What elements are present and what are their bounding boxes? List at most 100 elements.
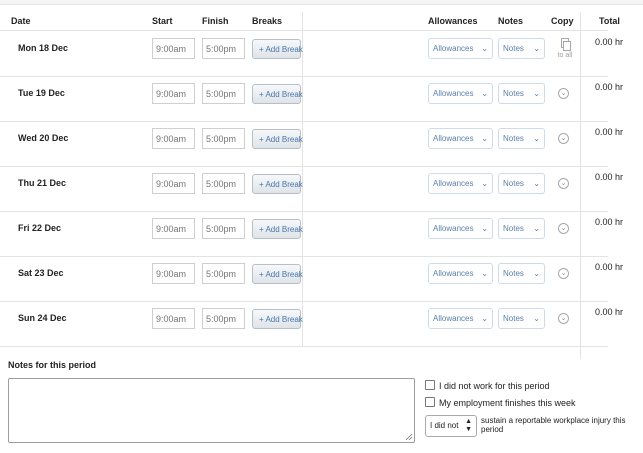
copy-down-icon[interactable]: ⌄ [558,268,569,279]
allowances-dropdown[interactable]: Allowances ⌄ [428,38,493,59]
chevron-down-icon: ⌄ [481,224,488,233]
notes-dropdown[interactable]: Notes ⌄ [498,263,545,284]
notes-label: Notes [503,269,524,278]
add-break-button[interactable]: + Add Break [252,39,303,59]
copy-down-icon[interactable]: ⌄ [558,313,569,324]
injury-select[interactable]: I did not ▲ ▼ [425,415,477,437]
notes-dropdown[interactable]: Notes ⌄ [498,173,545,194]
row-divider [0,166,608,167]
notes-dropdown[interactable]: Notes ⌄ [498,218,545,239]
allowances-label: Allowances [433,224,474,233]
injury-statement: sustain a reportable workplace injury th… [481,416,626,434]
copy-to-all-button[interactable]: to all [555,38,575,59]
allowances-label: Allowances [433,314,474,323]
finish-time-input[interactable] [202,218,245,239]
allowances-dropdown[interactable]: Allowances ⌄ [428,263,493,284]
allowances-dropdown[interactable]: Allowances ⌄ [428,128,493,149]
notes-label: Notes [503,89,524,98]
start-time-input[interactable] [152,83,195,104]
injury-select-value: I did not [430,421,459,430]
finish-time-input[interactable] [202,263,245,284]
finish-time-input[interactable] [202,173,245,194]
notes-label: Notes [503,44,524,53]
did-not-work-checkbox[interactable] [425,380,435,390]
row-total: 0.00 hr [595,127,624,137]
chevron-down-icon: ⌄ [533,44,540,53]
chevron-down-icon: ⌄ [533,179,540,188]
resize-grip-icon[interactable] [405,433,413,441]
start-time-input[interactable] [152,218,195,239]
start-time-input[interactable] [152,263,195,284]
employment-finishes-label: My employment finishes this week [439,398,576,408]
start-time-input[interactable] [152,128,195,149]
notes-dropdown[interactable]: Notes ⌄ [498,83,545,104]
add-break-button[interactable]: + Add Break [252,84,303,104]
chevron-down-icon: ⌄ [533,269,540,278]
chevron-down-icon: ⌄ [533,224,540,233]
did-not-work-option[interactable]: I did not work for this period [425,380,550,391]
allowances-dropdown[interactable]: Allowances ⌄ [428,173,493,194]
allowances-dropdown[interactable]: Allowances ⌄ [428,83,493,104]
header-notes: Notes [498,16,524,26]
copy-down-icon[interactable]: ⌄ [558,178,569,189]
allowances-label: Allowances [433,269,474,278]
row-divider [0,211,608,212]
add-break-button[interactable]: + Add Break [252,219,303,239]
chevron-down-icon: ⌄ [533,134,540,143]
row-total: 0.00 hr [595,262,624,272]
header-divider [0,30,608,31]
row-total: 0.00 hr [595,172,624,182]
notes-dropdown[interactable]: Notes ⌄ [498,308,545,329]
add-break-button[interactable]: + Add Break [252,264,303,284]
copy-to-all-label: to all [557,52,573,59]
allowances-label: Allowances [433,179,474,188]
notes-label: Notes [503,134,524,143]
start-time-input[interactable] [152,308,195,329]
row-date: Wed 20 Dec [18,133,69,143]
top-scroll-edge [0,0,643,5]
period-notes-textarea[interactable] [8,378,415,443]
copy-down-icon[interactable]: ⌄ [558,133,569,144]
copy-documents-icon [559,38,571,52]
add-break-button[interactable]: + Add Break [252,174,303,194]
did-not-work-label: I did not work for this period [439,381,550,391]
period-notes-title: Notes for this period [8,360,97,370]
copy-down-icon[interactable]: ⌄ [558,223,569,234]
header-copy: Copy [551,16,574,26]
row-divider [0,256,608,257]
allowances-label: Allowances [433,89,474,98]
row-date: Mon 18 Dec [18,43,69,53]
start-time-input[interactable] [152,38,195,59]
allowances-dropdown[interactable]: Allowances ⌄ [428,218,493,239]
notes-dropdown[interactable]: Notes ⌄ [498,128,545,149]
notes-dropdown[interactable]: Notes ⌄ [498,38,545,59]
notes-label: Notes [503,224,524,233]
chevron-down-icon: ⌄ [481,89,488,98]
allowances-dropdown[interactable]: Allowances ⌄ [428,308,493,329]
chevron-down-icon: ⌄ [533,314,540,323]
add-break-button[interactable]: + Add Break [252,309,303,329]
header-finish: Finish [202,16,229,26]
employment-finishes-checkbox[interactable] [425,397,435,407]
row-date: Tue 19 Dec [18,88,65,98]
finish-time-input[interactable] [202,38,245,59]
row-divider [0,121,608,122]
header-total: Total [599,16,620,26]
start-time-input[interactable] [152,173,195,194]
notes-label: Notes [503,314,524,323]
row-date: Sat 23 Dec [18,268,64,278]
add-break-button[interactable]: + Add Break [252,129,303,149]
copy-down-icon[interactable]: ⌄ [558,88,569,99]
allowances-label: Allowances [433,44,474,53]
chevron-down-icon: ⌄ [481,314,488,323]
allowances-label: Allowances [433,134,474,143]
header-start: Start [152,16,173,26]
finish-time-input[interactable] [202,308,245,329]
chevron-down-icon: ⌄ [481,134,488,143]
row-total: 0.00 hr [595,37,624,47]
finish-time-input[interactable] [202,83,245,104]
finish-time-input[interactable] [202,128,245,149]
row-date: Sun 24 Dec [18,313,67,323]
row-date: Thu 21 Dec [18,178,67,188]
employment-finishes-option[interactable]: My employment finishes this week [425,397,576,408]
